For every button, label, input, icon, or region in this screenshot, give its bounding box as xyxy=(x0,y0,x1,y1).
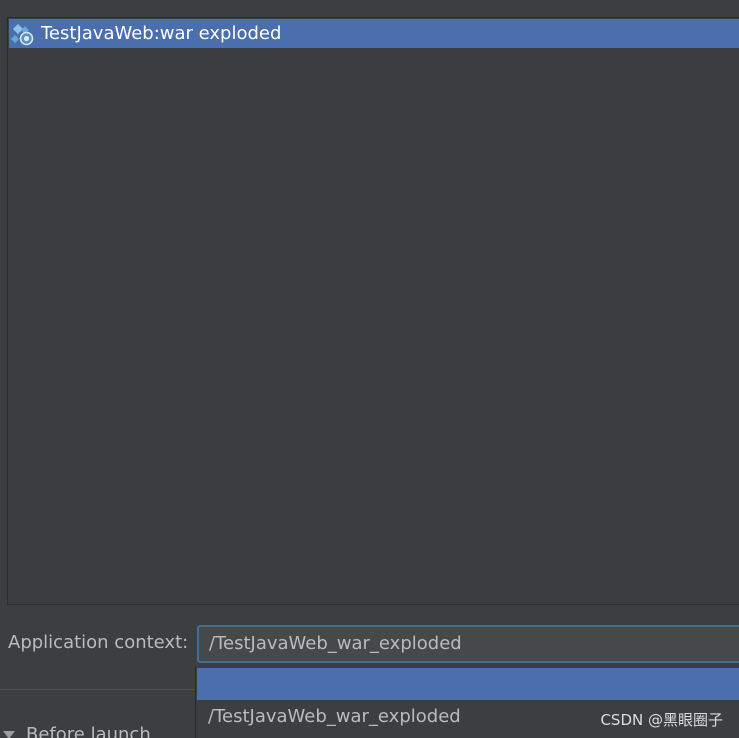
application-context-value: /TestJavaWeb_war_exploded xyxy=(209,633,462,654)
section-divider xyxy=(0,689,200,690)
before-launch-section-header[interactable]: Before launch xyxy=(0,724,151,738)
dropdown-option[interactable]: /TestJavaWeb_war_exploded xyxy=(208,706,461,727)
expand-triangle-icon xyxy=(3,730,15,738)
artifact-list-item[interactable]: TestJavaWeb:war exploded xyxy=(9,19,739,48)
web-artifact-icon xyxy=(11,22,35,46)
dropdown-option-empty[interactable] xyxy=(197,668,739,700)
run-config-deployment-panel: TestJavaWeb:war exploded Application con… xyxy=(0,0,739,738)
application-context-label: Application context: xyxy=(8,632,189,653)
watermark: CSDN @黑眼圈子 xyxy=(600,711,723,729)
application-context-combobox[interactable]: /TestJavaWeb_war_exploded xyxy=(197,625,739,663)
artifact-label: TestJavaWeb:war exploded xyxy=(41,23,282,44)
before-launch-label: Before launch xyxy=(26,724,151,738)
artifact-list[interactable]: TestJavaWeb:war exploded xyxy=(7,17,739,605)
